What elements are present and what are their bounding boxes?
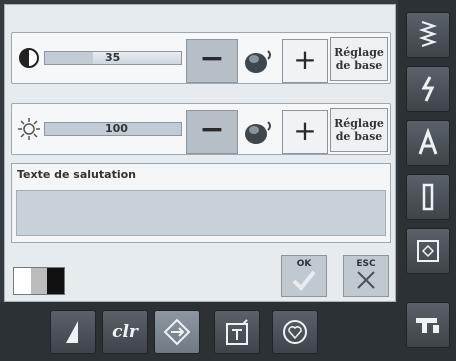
contrast-bar-fill	[45, 52, 93, 64]
clr-label: clr	[112, 322, 138, 342]
right-sidebar	[398, 0, 456, 361]
ok-label: OK	[296, 259, 312, 269]
greeting-text-field[interactable]	[16, 190, 386, 236]
embroidery-hoop-icon[interactable]	[406, 228, 450, 274]
greeting-section: Texte de salutation	[11, 163, 391, 243]
knob-icon	[240, 43, 280, 77]
setup-panel: 35 − + Réglage de base 100 − + Réglage d…	[4, 4, 396, 302]
bottom-toolbar: clr	[0, 302, 400, 361]
contrast-swatch[interactable]	[13, 267, 65, 295]
reset-label-line1: Réglage	[334, 117, 384, 130]
stitch-zigzag-icon[interactable]	[406, 12, 450, 58]
reset-label-line2: de base	[335, 130, 383, 143]
contrast-bar[interactable]: 35	[44, 51, 182, 65]
navigate-icon[interactable]	[154, 310, 200, 354]
brightness-increase-button[interactable]: +	[282, 110, 328, 154]
tools-icon[interactable]	[214, 310, 260, 354]
swatch-black	[47, 268, 65, 294]
esc-label: ESC	[356, 259, 376, 269]
screen: 35 − + Réglage de base 100 − + Réglage d…	[0, 0, 456, 361]
clr-button[interactable]: clr	[102, 310, 148, 354]
contrast-value: 35	[105, 51, 121, 64]
contrast-increase-button[interactable]: +	[282, 39, 328, 83]
reset-label-line2: de base	[335, 59, 383, 72]
esc-button[interactable]: ESC	[343, 255, 389, 297]
sun-icon	[16, 116, 42, 142]
contrast-reset-button[interactable]: Réglage de base	[330, 37, 388, 81]
knob-icon	[240, 114, 280, 148]
brightness-reset-button[interactable]: Réglage de base	[330, 108, 388, 152]
brightness-value: 100	[105, 122, 128, 135]
lightning-stitch-icon[interactable]	[406, 66, 450, 112]
contrast-icon	[16, 45, 42, 71]
favorite-icon[interactable]	[272, 310, 318, 354]
brightness-row: 100 − + Réglage de base	[11, 103, 391, 155]
close-icon	[357, 271, 375, 289]
brightness-bar[interactable]: 100	[44, 122, 182, 136]
swatch-gray	[30, 268, 48, 294]
buttonhole-icon[interactable]	[406, 174, 450, 220]
check-icon	[292, 270, 316, 291]
reset-label-line1: Réglage	[334, 46, 384, 59]
alphabet-icon[interactable]	[406, 120, 450, 166]
greeting-title: Texte de salutation	[17, 168, 136, 181]
contrast-row: 35 − + Réglage de base	[11, 32, 391, 84]
ok-button[interactable]: OK	[281, 255, 327, 297]
needle-icon[interactable]	[50, 310, 96, 354]
brightness-decrease-button[interactable]: −	[186, 110, 238, 154]
contrast-decrease-button[interactable]: −	[186, 39, 238, 83]
swatch-white	[14, 268, 31, 294]
sewing-machine-icon[interactable]	[406, 302, 450, 348]
